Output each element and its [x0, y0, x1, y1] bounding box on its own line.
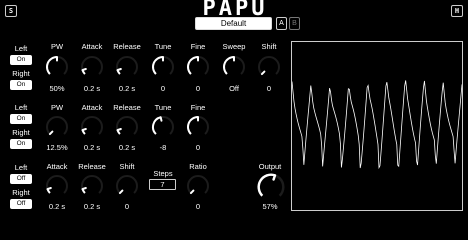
- ch2-right-label: Right: [12, 128, 30, 137]
- output-value: 57%: [262, 202, 278, 211]
- ch1-shift-knob[interactable]: [256, 54, 282, 80]
- ch3-release-knob[interactable]: [79, 173, 105, 199]
- a-button[interactable]: A: [276, 17, 287, 30]
- ch1-shift-value: 0: [266, 84, 272, 93]
- ch3-right-label: Right: [12, 188, 30, 197]
- ch2-right-toggle[interactable]: On: [10, 139, 32, 149]
- ch2-release-knob[interactable]: [114, 114, 140, 140]
- preset-selector[interactable]: Default: [195, 17, 272, 30]
- s-button[interactable]: S: [5, 5, 17, 17]
- ch1-tune-knob[interactable]: [150, 54, 176, 80]
- ch1-sweep-knob[interactable]: [221, 54, 247, 80]
- ch1-release-knob[interactable]: [114, 54, 140, 80]
- ch2-pw-knob[interactable]: [44, 114, 70, 140]
- output-label: Output: [258, 162, 282, 171]
- ch1-left-label: Left: [14, 44, 28, 53]
- ch1-shift-label: Shift: [261, 42, 277, 51]
- ch3-ratio-knob[interactable]: [185, 173, 211, 199]
- waveform-trace: [292, 80, 462, 170]
- ch1-right-toggle[interactable]: On: [10, 80, 32, 90]
- ch2-left-label: Left: [14, 103, 28, 112]
- ch2-tune-knob[interactable]: [150, 114, 176, 140]
- ch3-steps-box[interactable]: 7: [149, 179, 176, 190]
- ch1-fine-knob[interactable]: [185, 54, 211, 80]
- ch1-attack-knob[interactable]: [79, 54, 105, 80]
- ch2-fine-knob[interactable]: [185, 114, 211, 140]
- ch3-ratio-label: Ratio: [189, 162, 207, 171]
- oscilloscope-display: [291, 41, 463, 211]
- ch2-fine-value: 0: [195, 143, 201, 152]
- ch3-shift-value: 0: [124, 202, 130, 211]
- ch3-attack-knob[interactable]: [44, 173, 70, 199]
- h-button[interactable]: H: [451, 5, 463, 17]
- output-knob[interactable]: [255, 171, 287, 203]
- ch1-right-label: Right: [12, 69, 30, 78]
- ch3-left-toggle[interactable]: Off: [10, 174, 32, 184]
- ch1-pw-knob[interactable]: [44, 54, 70, 80]
- ch2-fine-label: Fine: [190, 103, 206, 112]
- ch1-left-toggle[interactable]: On: [10, 55, 32, 65]
- ch3-left-label: Left: [14, 163, 28, 172]
- ch2-left-toggle[interactable]: On: [10, 114, 32, 124]
- ch3-right-toggle[interactable]: Off: [10, 199, 32, 209]
- ch3-ratio-value: 0: [195, 202, 201, 211]
- ch3-shift-knob[interactable]: [114, 173, 140, 199]
- ch2-attack-knob[interactable]: [79, 114, 105, 140]
- b-button[interactable]: B: [289, 17, 300, 30]
